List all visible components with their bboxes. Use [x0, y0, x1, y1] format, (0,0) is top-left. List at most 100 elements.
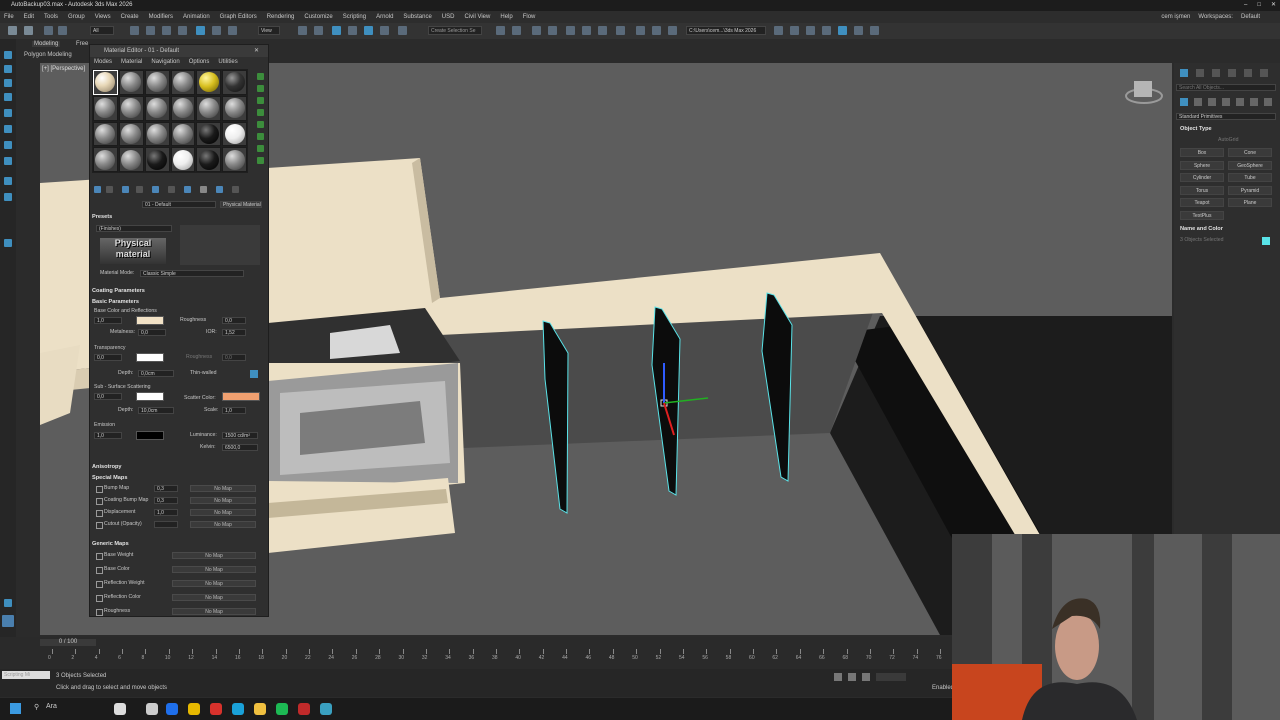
3dsmax-icon[interactable] [320, 703, 332, 715]
generic-map-checkbox[interactable] [96, 609, 103, 616]
scale-field[interactable]: 1,0 [222, 407, 246, 414]
menu-item[interactable]: File [4, 11, 14, 23]
save-icon[interactable] [806, 26, 815, 35]
name-color-header[interactable]: Name and Color [1180, 225, 1276, 233]
material-slot[interactable] [144, 147, 170, 172]
menu-item[interactable]: Help [500, 11, 512, 23]
menu-item[interactable]: Modifiers [149, 11, 173, 23]
menu-item[interactable]: Group [68, 11, 85, 23]
show-in-viewport-icon[interactable] [200, 186, 207, 193]
layer-explorer-icon[interactable] [532, 26, 541, 35]
maxscript-listener[interactable]: Scripting Mi [2, 671, 50, 679]
special-map-checkbox[interactable] [96, 486, 103, 493]
base-color-swatch[interactable] [136, 316, 164, 325]
pivot-icon[interactable] [298, 26, 307, 35]
viewport-label[interactable]: [+] [Perspective] [42, 66, 85, 72]
ior-field[interactable]: 1,52 [222, 329, 246, 336]
material-slot[interactable] [93, 147, 118, 172]
special-map-button[interactable]: No Map [190, 521, 256, 528]
primitive-button[interactable]: GeoSphere [1228, 160, 1272, 170]
material-slot[interactable] [93, 121, 118, 147]
project-path-field[interactable]: C:\Users\cem...\3ds Max 2026 [686, 26, 766, 35]
hierarchy-tab-icon[interactable] [1212, 69, 1220, 77]
anisotropy-header[interactable]: Anisotropy [92, 463, 264, 471]
material-slot[interactable] [222, 121, 247, 147]
special-map-checkbox[interactable] [96, 522, 103, 529]
isolate-icon[interactable] [834, 673, 842, 681]
select-object-icon[interactable] [130, 26, 139, 35]
material-editor-menu-item[interactable]: Navigation [151, 58, 179, 67]
edge-icon[interactable] [232, 703, 244, 715]
material-slot[interactable] [170, 147, 196, 172]
generic-map-button[interactable]: No Map [172, 552, 256, 559]
create-icon[interactable] [4, 51, 12, 59]
expand-icon[interactable] [4, 599, 12, 607]
primitive-button[interactable]: TextPlus [1180, 210, 1224, 220]
material-slot[interactable] [222, 95, 247, 121]
opera-icon[interactable] [210, 703, 222, 715]
select-by-name-icon[interactable] [146, 26, 155, 35]
go-to-parent-icon[interactable] [232, 186, 239, 193]
trans-roughness-field[interactable]: 0,0 [222, 354, 246, 361]
angle-snap-icon[interactable] [348, 26, 357, 35]
helpers-icon[interactable] [1236, 98, 1244, 106]
move-icon[interactable] [196, 26, 205, 35]
primitive-button[interactable]: Tube [1228, 173, 1272, 182]
percent-snap-icon[interactable] [364, 26, 373, 35]
maximize-icon[interactable]: □ [1257, 0, 1261, 11]
motion-tab-icon[interactable] [1228, 69, 1236, 77]
special-map-checkbox[interactable] [96, 510, 103, 517]
special-map-amount[interactable]: 0,3 [154, 485, 178, 492]
special-maps-header[interactable]: Special Maps [92, 474, 264, 482]
menu-item[interactable]: Substance [403, 11, 431, 23]
shapes-icon[interactable] [1194, 98, 1202, 106]
subtab-polygon-modeling[interactable]: Polygon Modeling [24, 52, 72, 58]
snap-toggle-icon[interactable] [332, 26, 341, 35]
generic-map-button[interactable]: No Map [172, 608, 256, 615]
utilities-icon[interactable] [4, 125, 12, 133]
backlight-icon[interactable] [257, 85, 264, 92]
utilities-tab-icon[interactable] [1260, 69, 1268, 77]
background-icon[interactable] [257, 97, 264, 104]
layer-icon[interactable] [4, 157, 12, 165]
special-map-button[interactable]: No Map [190, 497, 256, 504]
scale-icon[interactable] [228, 26, 237, 35]
autogrid-checkbox[interactable]: AutoGrid [1218, 137, 1238, 144]
options-icon[interactable] [257, 145, 264, 152]
presets-dropdown[interactable]: (Finishes) [96, 225, 172, 232]
material-mode-dropdown[interactable]: Classic Simple [140, 270, 244, 277]
menu-item[interactable]: Edit [24, 11, 34, 23]
motion-icon[interactable] [4, 93, 12, 101]
generic-map-button[interactable]: No Map [172, 566, 256, 573]
get-material-icon[interactable] [94, 186, 101, 193]
sss-weight-field[interactable]: 0,0 [94, 393, 122, 400]
render-icon[interactable] [668, 26, 677, 35]
cameras-icon[interactable] [1222, 98, 1230, 106]
edit-named-sets-icon[interactable] [398, 26, 407, 35]
primitive-button[interactable]: Plane [1228, 198, 1272, 207]
search-icon[interactable]: ⚲ [34, 703, 39, 711]
material-slot[interactable] [196, 70, 222, 95]
generic-maps-header[interactable]: Generic Maps [92, 540, 264, 548]
special-map-amount[interactable] [154, 521, 178, 528]
rotate-icon[interactable] [212, 26, 221, 35]
transparency-color-swatch[interactable] [136, 353, 164, 362]
generic-map-checkbox[interactable] [96, 581, 103, 588]
reset-map-icon[interactable] [136, 186, 143, 193]
ribbon-toggle-icon[interactable] [566, 26, 575, 35]
create-tab-icon[interactable] [1180, 69, 1188, 77]
material-slot[interactable] [118, 121, 144, 147]
track-bar[interactable]: 0 2 4 6 8 10 12 14 16 18 20 22 24 26 28 30 32 34 36 38 40 42 4… [48, 649, 942, 667]
menu-item[interactable]: Graph Editors [220, 11, 257, 23]
modify-icon[interactable] [4, 65, 12, 73]
material-id-icon[interactable] [184, 186, 191, 193]
selection-filter-dropdown[interactable]: All [90, 26, 114, 35]
material-type-button[interactable]: Physical Material [220, 201, 262, 208]
make-preview-icon[interactable] [257, 133, 264, 140]
menu-item[interactable]: Civil View [464, 11, 490, 23]
schematic-view-icon[interactable] [598, 26, 607, 35]
scatter-color-swatch[interactable] [222, 392, 260, 401]
undo-icon[interactable] [8, 26, 17, 35]
tab-freeform[interactable]: Free [76, 41, 88, 47]
select-manipulate-icon[interactable] [314, 26, 323, 35]
